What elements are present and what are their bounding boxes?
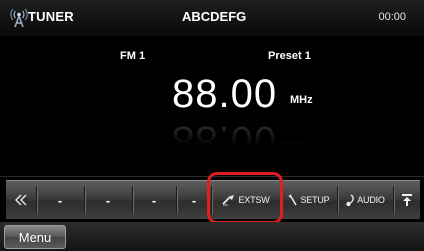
frequency-value: 88.00 xyxy=(172,72,278,116)
function-slot-3[interactable]: - xyxy=(134,181,174,219)
source-label: TUNER xyxy=(28,9,74,24)
double-left-chevron-icon xyxy=(15,194,27,206)
extsw-highlight xyxy=(207,172,283,224)
audio-note-icon xyxy=(346,193,355,206)
audio-button[interactable]: AUDIO xyxy=(339,181,391,219)
function-slot-4[interactable]: - xyxy=(178,181,210,219)
radio-tower-icon xyxy=(10,8,28,28)
eject-button[interactable] xyxy=(395,181,419,219)
clock: 00:00 xyxy=(378,11,406,23)
frequency-unit: MHz xyxy=(290,94,313,106)
function-slot-2[interactable]: - xyxy=(86,181,130,219)
tuner-screen: TUNER ABCDEFG 00:00 FM 1 Preset 1 88.00 … xyxy=(0,0,424,251)
preset-label: Preset 1 xyxy=(268,50,311,62)
frequency-display: 88.00 MHz 88.00 MHz xyxy=(172,72,372,162)
eject-up-icon xyxy=(402,194,412,206)
prev-page-button[interactable] xyxy=(8,181,34,219)
function-slot-1[interactable]: - xyxy=(38,181,82,219)
setup-button[interactable]: SETUP xyxy=(283,181,335,219)
station-name: ABCDEFG xyxy=(182,9,247,24)
wrench-icon xyxy=(288,194,298,206)
menu-button[interactable]: Menu xyxy=(4,225,66,249)
frequency-reflection: 88.00 MHz xyxy=(172,118,305,162)
status-bar: TUNER ABCDEFG 00:00 xyxy=(0,0,424,36)
band-label: FM 1 xyxy=(120,50,146,62)
